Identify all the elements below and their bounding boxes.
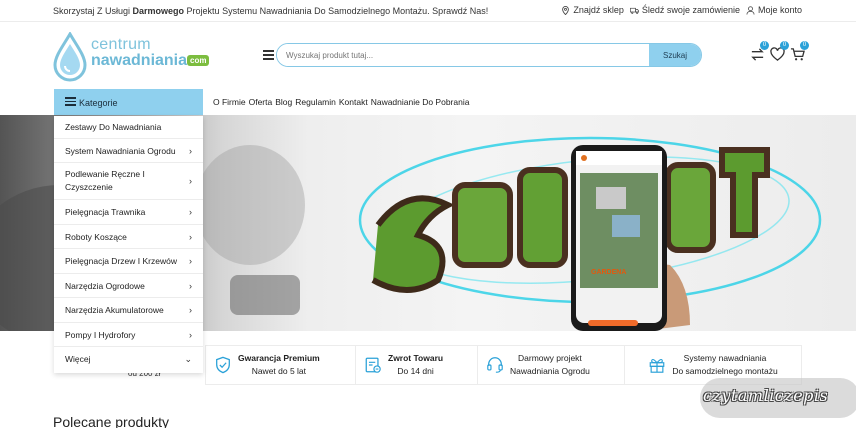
category-item[interactable]: Pielęgnacja Drzew I Krzewów › [54,249,203,274]
category-item[interactable]: Zestawy Do Nawadniania [54,116,203,139]
water-drop-logo-icon [53,32,87,82]
category-item[interactable]: Pompy I Hydrofory › [54,323,203,347]
nav-link-pobrania[interactable]: Nawadnianie Do Pobrania [371,97,470,107]
user-icon [746,5,755,15]
wishlist-count: 0 [780,41,789,50]
category-item[interactable]: Podlewanie Ręczne I Czyszczenie › [54,163,203,200]
chevron-down-icon: ⌄ [184,353,192,364]
top-bar: Skorzystaj Z Usługi Darmowego Projektu S… [0,0,856,22]
feature-free-project: Darmowy projekt Nawadniania Ogrodu [478,346,625,384]
category-item-more[interactable]: Więcej ⌄ [54,347,203,371]
chevron-right-icon: › [189,329,192,340]
site-logo[interactable]: centrum nawadniania com [53,30,218,82]
menu-icon[interactable] [263,50,274,60]
category-item[interactable]: Pielęgnacja Trawnika › [54,200,203,225]
category-label: Narzędzia Ogrodowe [65,280,145,291]
categories-button[interactable]: Kategorie [54,89,203,116]
compare-button[interactable]: 0 [750,41,769,64]
feature-returns: Zwrot Towaru Do 14 dni [356,346,478,384]
category-list: Zestawy Do Nawadniania System Nawadniani… [54,116,203,373]
my-account-link[interactable]: Moje konto [746,5,802,15]
promo-suffix: Projektu Systemu Nawadniania Do Samodzie… [184,6,489,16]
compare-count: 0 [760,41,769,50]
cart-count: 0 [800,41,809,50]
feature-text: Darmowy projekt [518,353,582,363]
track-order-link[interactable]: Śledź swoje zamówienie [629,5,740,15]
hamburger-icon [65,97,76,108]
feature-title: Gwarancja Premium [238,353,320,363]
shield-check-icon [216,356,230,374]
gift-icon [649,358,665,373]
feature-warranty: Gwarancja Premium Nawet do 5 lat [206,346,356,384]
map-pin-icon [562,5,570,15]
watermark: czytamliczepis [700,378,856,418]
chevron-right-icon: › [189,231,192,242]
nav-link-blog[interactable]: Blog [275,97,292,107]
promo-prefix: Skorzystaj Z Usługi [53,6,133,16]
category-label: Podlewanie Ręczne I Czyszczenie [65,169,145,192]
watermark-text: czytamliczepis [703,386,829,405]
category-item[interactable]: Roboty Koszące › [54,225,203,249]
main-nav: O Firmie Oferta Blog Regulamin Kontakt N… [213,97,469,107]
smart-grass-letters [371,147,770,293]
category-item[interactable]: Narzędzia Ogrodowe › [54,274,203,298]
nav-link-oferta[interactable]: Oferta [249,97,273,107]
find-store-link[interactable]: Znajdź sklep [561,5,624,15]
category-label: System Nawadniania Ogrodu [65,145,176,156]
feature-text-2: Do samodzielnego montażu [672,366,778,376]
nav-link-kontakt[interactable]: Kontakt [339,97,368,107]
chevron-right-icon: › [189,207,192,217]
truck-icon [629,7,639,14]
category-label: Pielęgnacja Drzew I Krzewów [65,256,177,266]
wishlist-button[interactable]: 0 [770,41,789,64]
category-item[interactable]: Narzędzia Akumulatorowe › [54,298,203,323]
logo-suffix: com [187,55,210,66]
category-label: Pielęgnacja Trawnika [65,207,146,217]
search-button[interactable]: Szukaj [649,44,701,66]
feature-text: Do 14 dni [397,366,434,376]
feature-text-2: Nawadniania Ogrodu [510,366,590,376]
chevron-right-icon: › [189,256,192,266]
featured-products-title: Polecane produkty [53,414,169,428]
feature-text: Nawet do 5 lat [251,366,307,376]
find-store-label: Znajdź sklep [573,5,624,15]
nav-link-firma[interactable]: O Firmie [213,97,246,107]
chevron-right-icon: › [189,280,192,291]
promo-text: Skorzystaj Z Usługi Darmowego Projektu S… [53,6,488,16]
category-label: Roboty Koszące [65,231,127,242]
categories-label: Kategorie [79,97,118,108]
search-bar: Szukaj [276,43,702,67]
feature-text: Systemy nawadniania [683,353,767,363]
gardena-brand: GARDENA [591,269,627,276]
cart-button[interactable]: 0 [790,41,809,64]
category-label: Narzędzia Akumulatorowe [65,305,164,315]
category-label: Pompy I Hydrofory [65,329,136,340]
my-account-label: Moje konto [757,5,802,15]
chevron-right-icon: › [189,145,192,156]
category-label: Zestawy Do Nawadniania [65,122,162,132]
return-box-icon [365,357,381,373]
logo-line2: nawadniania [91,52,188,69]
headset-icon [487,357,503,373]
category-item[interactable]: System Nawadniania Ogrodu › [54,139,203,163]
chevron-right-icon: › [189,175,192,186]
feature-title: Zwrot Towaru [388,353,444,363]
chevron-right-icon: › [189,305,192,315]
promo-bold: Darmowego [132,6,185,16]
category-label: Więcej [65,354,91,364]
track-order-label: Śledź swoje zamówienie [641,5,740,15]
search-input[interactable] [277,44,649,66]
header-icons: 0 0 0 [750,41,809,64]
nav-link-regulamin[interactable]: Regulamin [295,97,336,107]
